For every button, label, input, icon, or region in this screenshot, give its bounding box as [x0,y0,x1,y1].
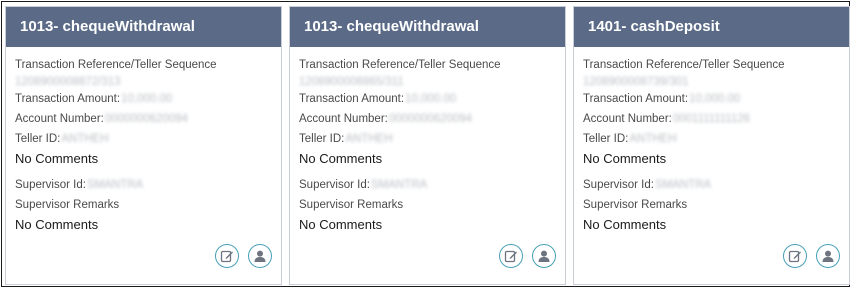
reference-label: Transaction Reference/Teller Sequence [583,59,785,71]
teller-row: Teller ID: ANTHEH [299,129,565,149]
edit-button[interactable] [215,244,239,268]
account-row: Account Number: 0000000620094 [15,109,281,129]
supervisor-value: SMANTRA [370,179,428,191]
amount-value: 10,000.00 [405,93,457,105]
user-icon [254,250,266,262]
edit-button[interactable] [783,244,807,268]
card-actions [215,244,272,268]
transaction-card: 1013- chequeWithdrawal Transaction Refer… [5,6,282,285]
supervisor-row: Supervisor Id: SMANTRA [583,175,849,195]
teller-row: Teller ID: ANTHEH [15,129,281,149]
card-body: Transaction Reference/Teller Sequence 12… [574,47,849,235]
user-button[interactable] [532,244,556,268]
card-title: 1013- chequeWithdrawal [290,7,565,47]
transaction-card: 1013- chequeWithdrawal Transaction Refer… [289,6,566,285]
teller-comment: No Comments [583,151,667,166]
amount-row: Transaction Amount: 10,000.00 [299,89,565,109]
reference-value: 1208900008872/313 [15,76,121,88]
card-body: Transaction Reference/Teller Sequence 12… [290,47,565,235]
amount-label: Transaction Amount: [15,93,121,105]
supervisor-label: Supervisor Id: [299,179,370,191]
teller-comment: No Comments [299,151,383,166]
amount-label: Transaction Amount: [299,93,405,105]
edit-note-icon [788,250,801,263]
transaction-card: 1401- cashDeposit Transaction Reference/… [573,6,850,285]
user-button[interactable] [248,244,272,268]
account-row: Account Number: 0001111111126 [583,109,849,129]
edit-button[interactable] [499,244,523,268]
supervisor-value: SMANTRA [654,179,712,191]
supervisor-row: Supervisor Id: SMANTRA [15,175,281,195]
account-row: Account Number: 0000000620094 [299,109,565,129]
amount-row: Transaction Amount: 10,000.00 [15,89,281,109]
teller-label: Teller ID: [299,133,345,145]
teller-label: Teller ID: [583,133,629,145]
teller-value: ANTHEH [629,133,677,145]
user-icon [538,250,550,262]
account-value: 0000000620094 [104,113,189,125]
supervisor-value: SMANTRA [86,179,144,191]
approval-cards-panel: 1013- chequeWithdrawal Transaction Refer… [1,1,850,287]
account-value: 0001111111126 [672,113,751,125]
card-actions [499,244,556,268]
remarks-value: No Comments [299,217,383,232]
teller-row: Teller ID: ANTHEH [583,129,849,149]
account-value: 0000000620094 [388,113,473,125]
user-button[interactable] [816,244,840,268]
user-icon [822,250,834,262]
supervisor-label: Supervisor Id: [15,179,86,191]
remarks-value: No Comments [15,217,99,232]
card-title: 1013- chequeWithdrawal [6,7,281,47]
amount-value: 10,000.00 [689,93,741,105]
remarks-value: No Comments [583,217,667,232]
amount-value: 10,000.00 [121,93,173,105]
reference-label: Transaction Reference/Teller Sequence [299,59,501,71]
reference-value: 1208900008739/301 [583,76,689,88]
edit-note-icon [220,250,233,263]
amount-row: Transaction Amount: 10,000.00 [583,89,849,109]
reference-value: 1208900008865/311 [299,76,404,88]
teller-comment: No Comments [15,151,99,166]
teller-value: ANTHEH [345,133,393,145]
account-label: Account Number: [583,113,672,125]
account-label: Account Number: [299,113,388,125]
card-title: 1401- cashDeposit [574,7,849,47]
teller-value: ANTHEH [61,133,109,145]
teller-label: Teller ID: [15,133,61,145]
remarks-label: Supervisor Remarks [299,199,404,211]
card-actions [783,244,840,268]
account-label: Account Number: [15,113,104,125]
reference-label: Transaction Reference/Teller Sequence [15,59,217,71]
card-body: Transaction Reference/Teller Sequence 12… [6,47,281,235]
amount-label: Transaction Amount: [583,93,689,105]
supervisor-row: Supervisor Id: SMANTRA [299,175,565,195]
remarks-label: Supervisor Remarks [15,199,120,211]
supervisor-label: Supervisor Id: [583,179,654,191]
remarks-label: Supervisor Remarks [583,199,688,211]
edit-note-icon [504,250,517,263]
